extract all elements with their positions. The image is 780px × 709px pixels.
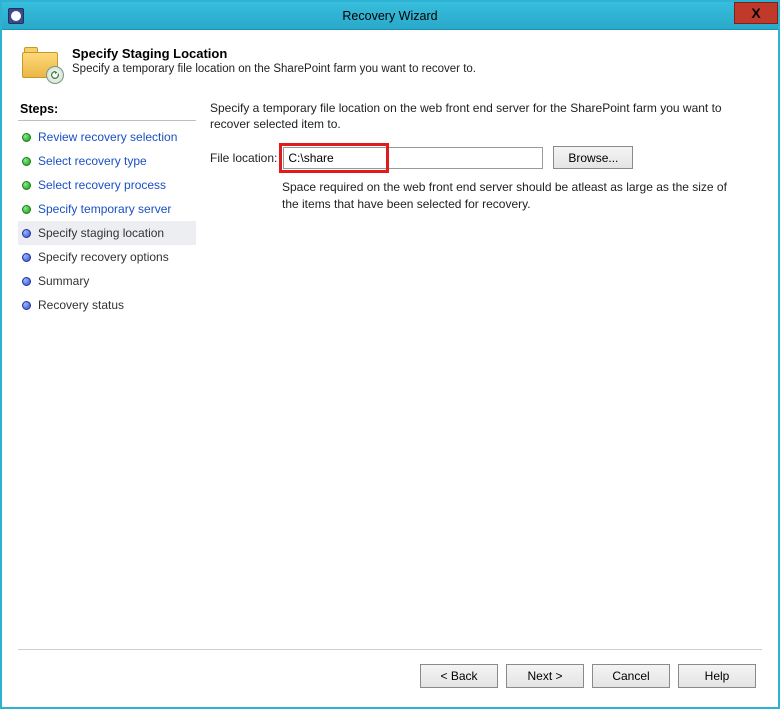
step-specify-recovery-options[interactable]: Specify recovery options: [18, 245, 196, 269]
step-summary[interactable]: Summary: [18, 269, 196, 293]
back-button[interactable]: < Back: [420, 664, 498, 688]
bullet-complete-icon: [22, 181, 31, 190]
steps-heading: Steps:: [18, 100, 196, 121]
inner-panel: Specify Staging Location Specify a tempo…: [8, 36, 772, 701]
cancel-button[interactable]: Cancel: [592, 664, 670, 688]
step-select-recovery-process[interactable]: Select recovery process: [18, 173, 196, 197]
bullet-complete-icon: [22, 157, 31, 166]
step-label: Select recovery process: [38, 178, 166, 192]
header-text: Specify Staging Location Specify a tempo…: [72, 46, 476, 75]
step-label: Specify staging location: [38, 226, 164, 240]
bullet-pending-icon: [22, 301, 31, 310]
step-label: Specify temporary server: [38, 202, 171, 216]
body-area: Steps: Review recovery selection Select …: [8, 88, 772, 649]
step-label: Recovery status: [38, 298, 124, 312]
steps-list: Review recovery selection Select recover…: [18, 125, 196, 317]
main-panel: Specify a temporary file location on the…: [196, 94, 762, 649]
close-icon: X: [751, 6, 760, 20]
step-specify-staging-location[interactable]: Specify staging location: [18, 221, 196, 245]
step-label: Select recovery type: [38, 154, 147, 168]
bullet-current-icon: [22, 229, 31, 238]
file-location-input-wrap: [283, 147, 543, 169]
step-review-recovery-selection[interactable]: Review recovery selection: [18, 125, 196, 149]
titlebar[interactable]: Recovery Wizard X: [2, 2, 778, 30]
help-button[interactable]: Help: [678, 664, 756, 688]
bullet-complete-icon: [22, 205, 31, 214]
page-header: Specify Staging Location Specify a tempo…: [8, 36, 772, 88]
step-recovery-status[interactable]: Recovery status: [18, 293, 196, 317]
page-subtitle: Specify a temporary file location on the…: [72, 63, 476, 75]
steps-sidebar: Steps: Review recovery selection Select …: [18, 94, 196, 649]
staging-folder-icon: [22, 46, 62, 82]
bullet-complete-icon: [22, 133, 31, 142]
browse-button[interactable]: Browse...: [553, 146, 633, 169]
space-required-note: Space required on the web front end serv…: [282, 179, 756, 211]
bullet-pending-icon: [22, 277, 31, 286]
window-title: Recovery Wizard: [2, 9, 778, 23]
close-button[interactable]: X: [734, 2, 778, 24]
instruction-text: Specify a temporary file location on the…: [210, 100, 756, 132]
step-label: Review recovery selection: [38, 130, 177, 144]
file-location-label: File location:: [210, 151, 277, 165]
content-frame: Specify Staging Location Specify a tempo…: [2, 30, 778, 707]
step-specify-temporary-server[interactable]: Specify temporary server: [18, 197, 196, 221]
wizard-footer: < Back Next > Cancel Help: [18, 649, 762, 701]
file-location-row: File location: Browse...: [210, 146, 756, 169]
page-title: Specify Staging Location: [72, 46, 476, 61]
file-location-input[interactable]: [283, 147, 543, 169]
step-label: Specify recovery options: [38, 250, 169, 264]
step-select-recovery-type[interactable]: Select recovery type: [18, 149, 196, 173]
recovery-wizard-window: Recovery Wizard X Specify Staging Locati…: [0, 0, 780, 709]
step-label: Summary: [38, 274, 89, 288]
bullet-pending-icon: [22, 253, 31, 262]
next-button[interactable]: Next >: [506, 664, 584, 688]
